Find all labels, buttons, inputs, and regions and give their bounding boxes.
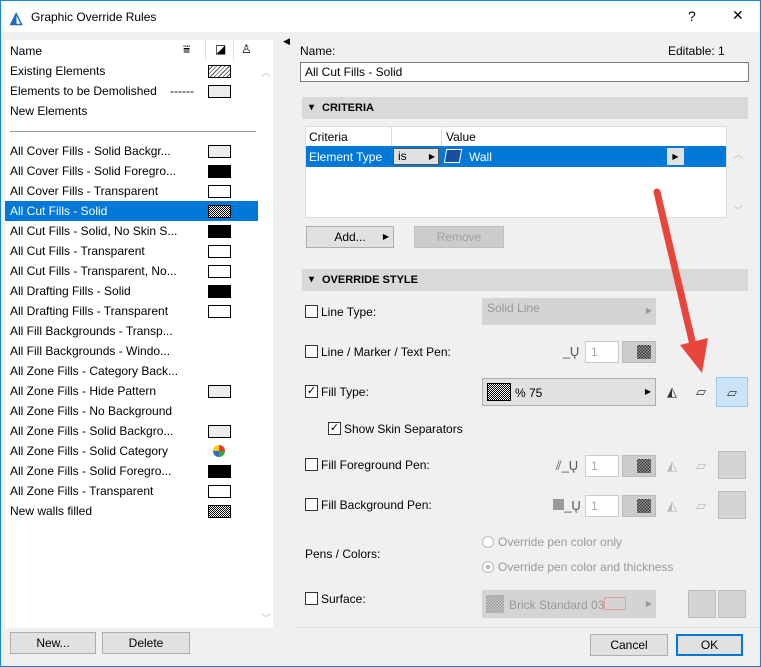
red-annotation-arrow	[653, 188, 708, 373]
